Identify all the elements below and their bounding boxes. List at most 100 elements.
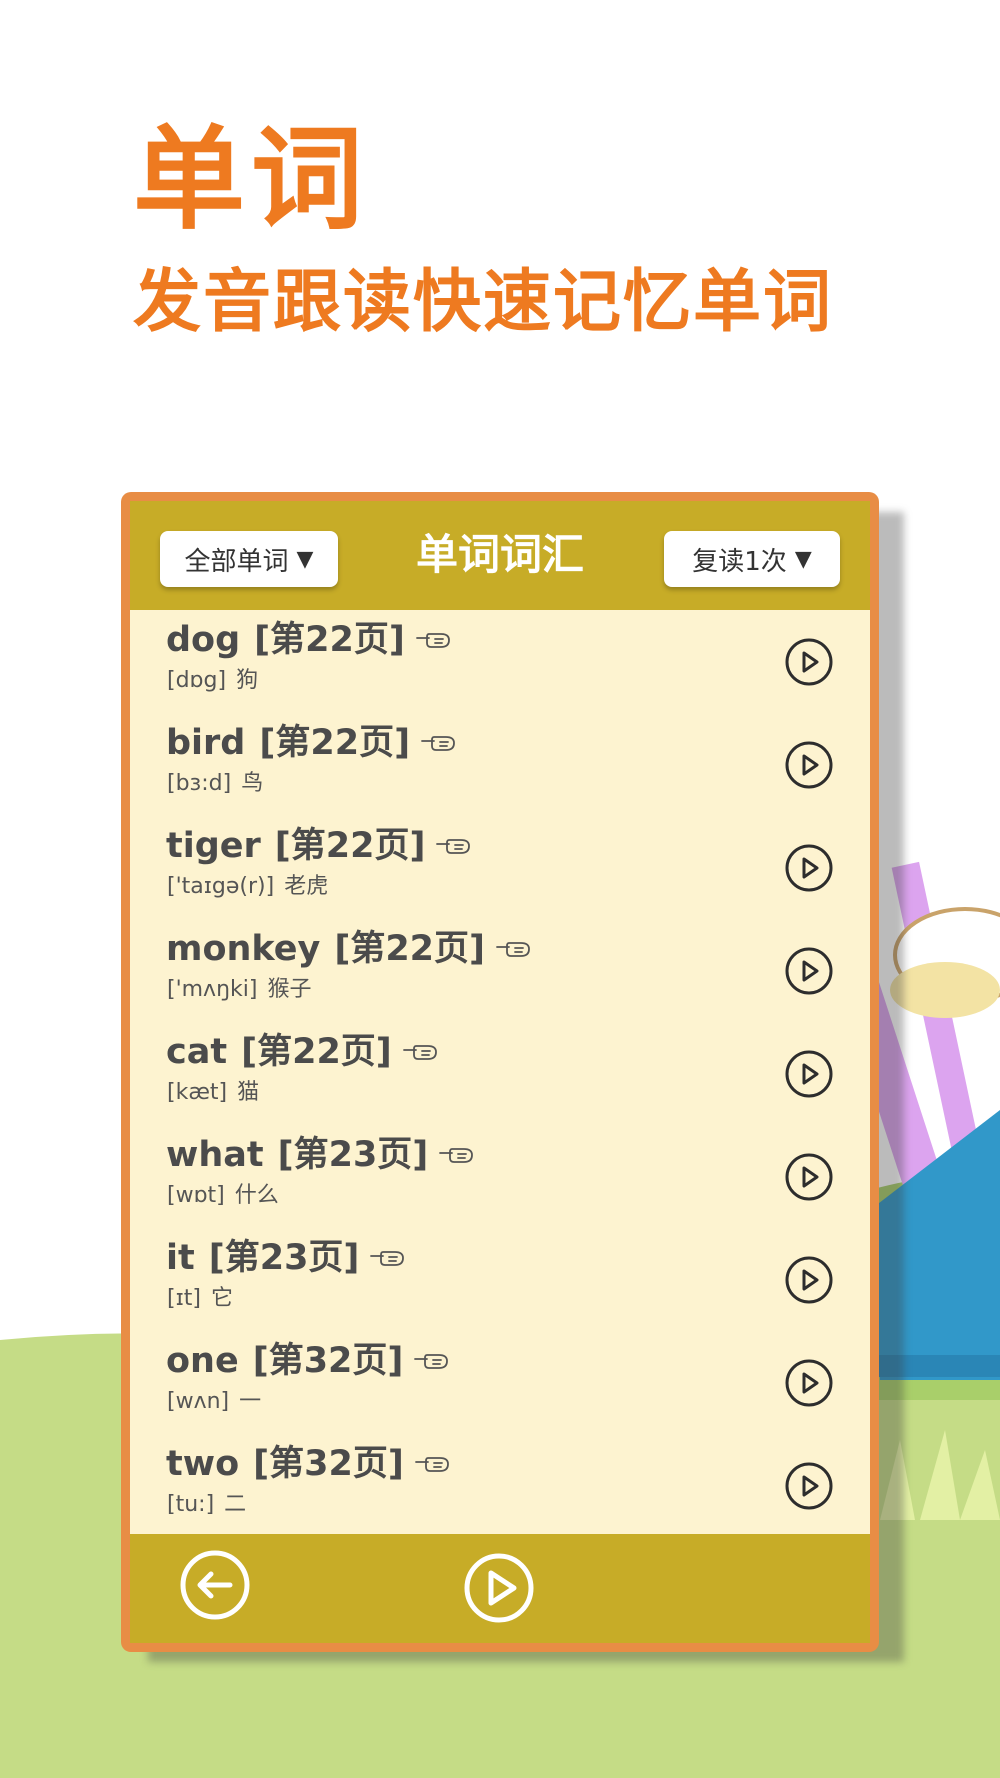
word-heading: one [第32页] xyxy=(166,1339,451,1384)
word-filter-dropdown[interactable]: 全部单词 ▼ xyxy=(160,531,338,587)
phonetic-text: ['mʌŋki] xyxy=(167,977,258,1002)
phonetic-text: [wɒt] xyxy=(167,1183,225,1208)
word-details: [wʌn] 一 xyxy=(167,1388,261,1416)
pointing-hand-icon[interactable] xyxy=(413,1340,451,1384)
word-row[interactable]: what [第23页] [wɒt] 什么 xyxy=(130,1125,870,1228)
word-text: tiger xyxy=(166,826,261,866)
meaning-text: 它 xyxy=(210,1286,233,1311)
pointing-hand-icon[interactable] xyxy=(435,825,473,869)
phonetic-text: ['taɪgə(r)] xyxy=(167,874,275,899)
page-reference: [第23页] xyxy=(277,1135,429,1175)
page-reference: [第23页] xyxy=(208,1238,360,1278)
word-heading: dog [第22页] xyxy=(166,618,453,663)
word-row[interactable]: it [第23页] [ɪt] 它 xyxy=(130,1228,870,1331)
word-details: [kæt] 猫 xyxy=(167,1079,259,1107)
back-arrow-circle-icon xyxy=(180,1550,250,1620)
pointing-hand-icon[interactable] xyxy=(369,1237,407,1281)
play-word-button[interactable] xyxy=(784,740,834,790)
page-reference: [第22页] xyxy=(274,826,426,866)
meaning-text: 狗 xyxy=(236,668,259,693)
play-circle-icon xyxy=(784,947,834,1000)
phonetic-text: [bɜ:d] xyxy=(167,771,232,796)
word-text: monkey xyxy=(166,929,321,969)
word-heading: two [第32页] xyxy=(166,1442,452,1487)
play-word-button[interactable] xyxy=(784,1049,834,1099)
card-footer xyxy=(130,1534,870,1643)
word-heading: bird [第22页] xyxy=(166,721,458,766)
word-row[interactable]: one [第32页] [wʌn] 一 xyxy=(130,1331,870,1434)
pointing-hand-icon[interactable] xyxy=(495,928,533,972)
page-reference: [第32页] xyxy=(253,1444,404,1484)
pointing-hand-icon[interactable] xyxy=(415,619,453,663)
word-text: one xyxy=(166,1341,239,1381)
play-word-button[interactable] xyxy=(784,1358,834,1408)
play-all-button[interactable] xyxy=(462,1551,536,1625)
word-text: bird xyxy=(166,723,246,763)
word-row[interactable]: dog [第22页] [dɒg] 狗 xyxy=(130,610,870,713)
word-list: dog [第22页] [dɒg] 狗 bird [第22页] [bɜ:d] 鸟 tiger [第2… xyxy=(130,610,870,1537)
word-details: ['taɪgə(r)] 老虎 xyxy=(167,873,328,901)
play-circle-icon xyxy=(784,1050,834,1103)
card-header: 全部单词 ▼ 单词词汇 复读1次 ▼ xyxy=(130,501,870,610)
page-reference: [第32页] xyxy=(252,1341,404,1381)
word-heading: it [第23页] xyxy=(166,1236,407,1281)
word-text: what xyxy=(166,1135,264,1175)
word-text: dog xyxy=(166,620,241,660)
card-content: 全部单词 ▼ 单词词汇 复读1次 ▼ dog [第22页] [dɒg] 狗 bird [第… xyxy=(130,501,870,1643)
meaning-text: 一 xyxy=(239,1389,262,1414)
word-heading: cat [第22页] xyxy=(166,1030,440,1075)
page-reference: [第22页] xyxy=(254,620,405,660)
word-details: [wɒt] 什么 xyxy=(167,1182,279,1210)
word-row[interactable]: cat [第22页] [kæt] 猫 xyxy=(130,1022,870,1125)
play-circle-icon xyxy=(784,1359,834,1412)
meaning-text: 老虎 xyxy=(284,874,329,899)
repeat-count-label: 复读1次 xyxy=(692,546,787,577)
phonetic-text: [tu:] xyxy=(167,1492,215,1517)
meaning-text: 二 xyxy=(224,1492,247,1517)
meaning-text: 猫 xyxy=(237,1080,260,1105)
play-word-button[interactable] xyxy=(784,637,834,687)
play-circle-icon xyxy=(784,1462,834,1515)
word-details: [ɪt] 它 xyxy=(167,1285,233,1313)
play-word-button[interactable] xyxy=(784,1152,834,1202)
word-row[interactable]: bird [第22页] [bɜ:d] 鸟 xyxy=(130,713,870,816)
page-reference: [第22页] xyxy=(259,723,411,763)
pointing-hand-icon[interactable] xyxy=(414,1443,452,1487)
word-row[interactable]: two [第32页] [tu:] 二 xyxy=(130,1434,870,1537)
page-title: 单词词汇 xyxy=(415,530,584,579)
play-word-button[interactable] xyxy=(784,946,834,996)
pointing-hand-icon[interactable] xyxy=(438,1134,476,1178)
word-details: [dɒg] 狗 xyxy=(167,667,258,695)
play-circle-icon xyxy=(464,1553,534,1623)
word-heading: monkey [第22页] xyxy=(166,927,533,972)
caret-down-icon: ▼ xyxy=(296,546,314,572)
pointing-hand-icon[interactable] xyxy=(420,722,458,766)
pointing-hand-icon[interactable] xyxy=(402,1031,440,1075)
phonetic-text: [dɒg] xyxy=(167,668,227,693)
word-text: cat xyxy=(166,1032,228,1072)
back-button[interactable] xyxy=(178,1548,252,1622)
caret-down-icon: ▼ xyxy=(794,546,812,572)
meaning-text: 猴子 xyxy=(267,977,312,1002)
promo-subtitle: 发音跟读快速记忆单词 xyxy=(133,262,834,342)
word-heading: tiger [第22页] xyxy=(166,824,473,869)
play-word-button[interactable] xyxy=(784,1461,834,1511)
play-circle-icon xyxy=(784,638,834,691)
word-details: [tu:] 二 xyxy=(167,1491,246,1519)
word-row[interactable]: tiger [第22页] ['taɪgə(r)] 老虎 xyxy=(130,816,870,919)
word-text: it xyxy=(166,1238,195,1278)
phonetic-text: [ɪt] xyxy=(167,1286,201,1311)
repeat-count-dropdown[interactable]: 复读1次 ▼ xyxy=(664,531,840,587)
word-details: ['mʌŋki] 猴子 xyxy=(167,976,311,1004)
word-row[interactable]: monkey [第22页] ['mʌŋki] 猴子 xyxy=(130,919,870,1022)
phonetic-text: [wʌn] xyxy=(167,1389,230,1414)
promo-title: 单词 xyxy=(133,114,369,245)
phonetic-text: [kæt] xyxy=(167,1080,228,1105)
play-circle-icon xyxy=(784,844,834,897)
page-reference: [第22页] xyxy=(334,929,486,969)
meaning-text: 鸟 xyxy=(241,771,264,796)
word-details: [bɜ:d] 鸟 xyxy=(167,770,263,798)
meaning-text: 什么 xyxy=(234,1183,279,1208)
play-word-button[interactable] xyxy=(784,1255,834,1305)
play-word-button[interactable] xyxy=(784,843,834,893)
